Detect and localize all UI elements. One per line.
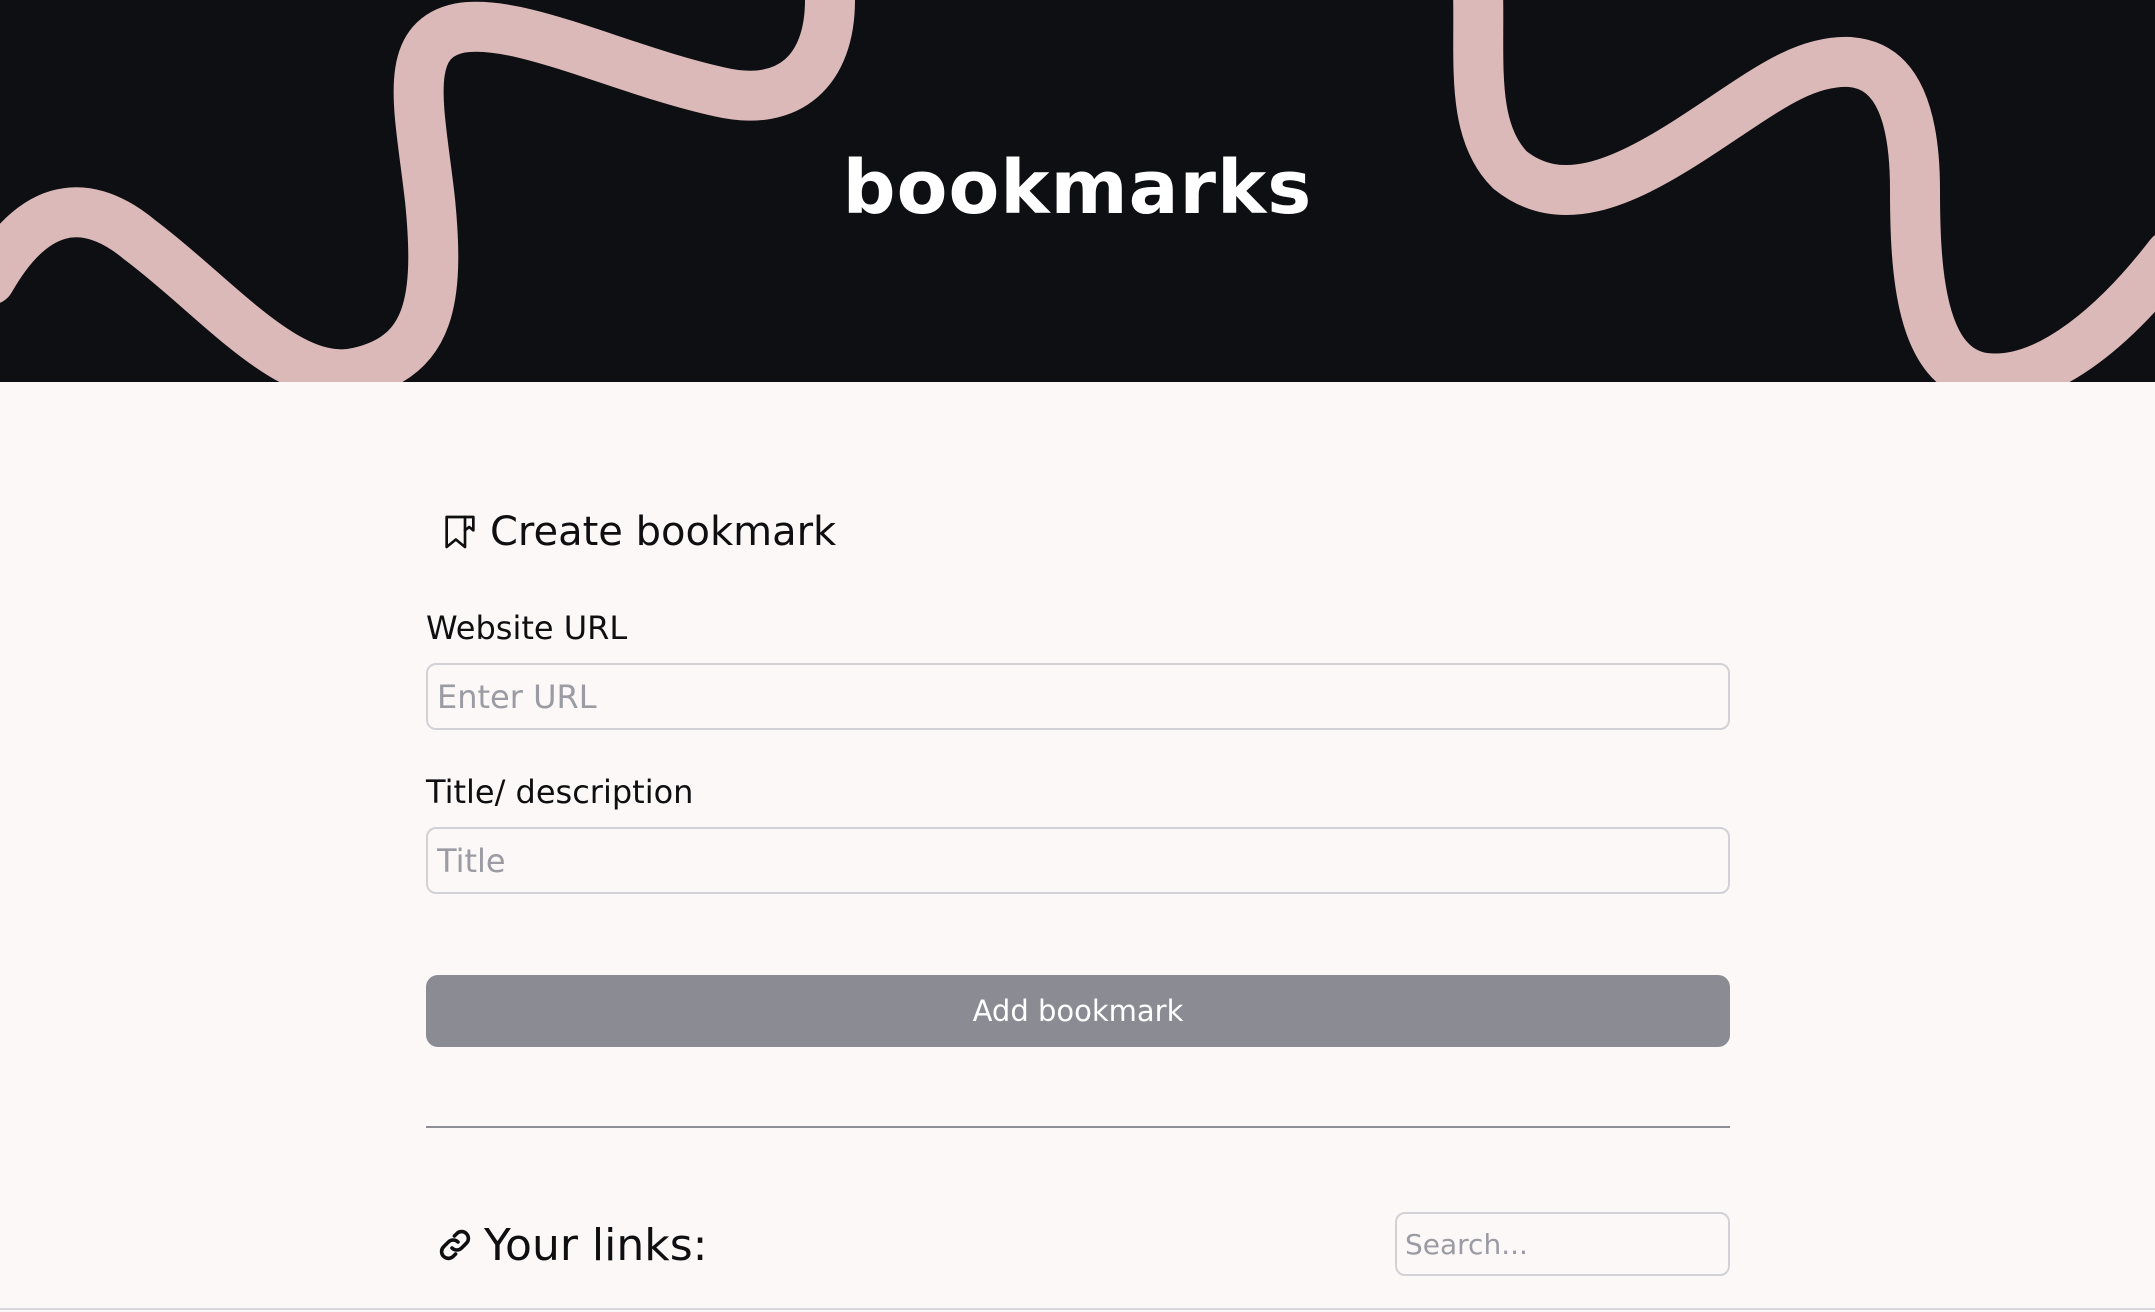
title-field-label: Title/ description xyxy=(426,773,694,811)
add-bookmark-button[interactable]: Add bookmark xyxy=(426,975,1730,1047)
brand-logo: bookmarks xyxy=(842,145,1313,231)
section-divider xyxy=(426,1126,1730,1128)
create-bookmark-heading: Create bookmark xyxy=(426,502,836,562)
search-input[interactable] xyxy=(1395,1212,1730,1276)
title-input[interactable] xyxy=(426,827,1730,894)
url-field-label: Website URL xyxy=(426,609,628,647)
link-icon xyxy=(430,1215,480,1275)
bookmark-icon xyxy=(432,502,488,562)
url-input[interactable] xyxy=(426,663,1730,730)
your-links-heading: Your links: xyxy=(426,1212,707,1278)
your-links-title: Your links: xyxy=(484,1219,708,1271)
create-bookmark-title: Create bookmark xyxy=(490,509,837,555)
bottom-divider xyxy=(0,1308,2155,1310)
header-banner: bookmarks xyxy=(0,0,2155,382)
